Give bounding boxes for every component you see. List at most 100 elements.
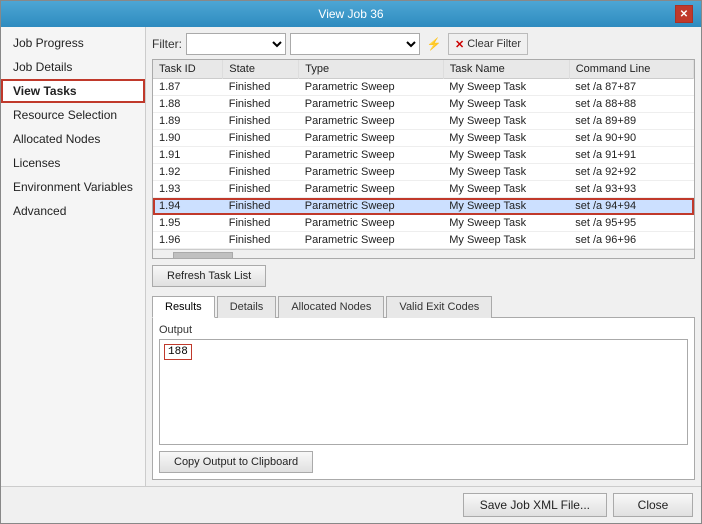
sidebar-item-allocated-nodes[interactable]: Allocated Nodes — [1, 127, 145, 151]
table-cell-cmd: set /a 95+95 — [569, 215, 693, 232]
output-area: 188 — [159, 339, 688, 445]
output-label: Output — [159, 324, 688, 336]
main-panel: Filter: ⚡ ✕ Clear Filter — [146, 27, 701, 486]
output-value: 188 — [164, 344, 192, 360]
main-window: View Job 36 ✕ Job Progress Job Details V… — [0, 0, 702, 524]
col-header-type: Type — [299, 60, 443, 79]
tabs-section: Results Details Allocated Nodes Valid Ex… — [152, 295, 695, 480]
table-cell-name: My Sweep Task — [443, 147, 569, 164]
table-cell-id: 1.87 — [153, 79, 223, 96]
close-button[interactable]: Close — [613, 493, 693, 517]
table-header-row: Task ID State Type Task Name Command Lin… — [153, 60, 694, 79]
table-cell-name: My Sweep Task — [443, 96, 569, 113]
table-row[interactable]: 1.91FinishedParametric SweepMy Sweep Tas… — [153, 147, 694, 164]
table-cell-id: 1.96 — [153, 232, 223, 249]
table-row[interactable]: 1.87FinishedParametric SweepMy Sweep Tas… — [153, 79, 694, 96]
table-cell-name: My Sweep Task — [443, 198, 569, 215]
sidebar-item-licenses[interactable]: Licenses — [1, 151, 145, 175]
table-cell-type: Parametric Sweep — [299, 232, 443, 249]
tab-results[interactable]: Results — [152, 296, 215, 318]
table-cell-state: Finished — [223, 232, 299, 249]
save-job-xml-button[interactable]: Save Job XML File... — [463, 493, 607, 517]
table-cell-name: My Sweep Task — [443, 215, 569, 232]
col-header-task-id: Task ID — [153, 60, 223, 79]
filter-value-dropdown[interactable] — [290, 33, 420, 55]
table-cell-cmd: set /a 94+94 — [569, 198, 693, 215]
table-cell-state: Finished — [223, 198, 299, 215]
table-cell-state: Finished — [223, 113, 299, 130]
table-cell-cmd: set /a 93+93 — [569, 181, 693, 198]
table-cell-cmd: set /a 87+87 — [569, 79, 693, 96]
col-header-command-line: Command Line — [569, 60, 693, 79]
content-area: Job Progress Job Details View Tasks Reso… — [1, 27, 701, 486]
table-cell-cmd: set /a 91+91 — [569, 147, 693, 164]
filter-icon: ⚡ — [424, 34, 444, 54]
table-cell-state: Finished — [223, 181, 299, 198]
tab-bar: Results Details Allocated Nodes Valid Ex… — [152, 295, 695, 318]
table-row[interactable]: 1.88FinishedParametric SweepMy Sweep Tas… — [153, 96, 694, 113]
table-cell-type: Parametric Sweep — [299, 215, 443, 232]
table-cell-state: Finished — [223, 96, 299, 113]
table-cell-type: Parametric Sweep — [299, 79, 443, 96]
table-cell-name: My Sweep Task — [443, 164, 569, 181]
filter-label: Filter: — [152, 37, 182, 51]
table-cell-state: Finished — [223, 164, 299, 181]
sidebar-item-job-progress[interactable]: Job Progress — [1, 31, 145, 55]
tab-valid-exit-codes[interactable]: Valid Exit Codes — [386, 296, 492, 318]
sidebar-item-job-details[interactable]: Job Details — [1, 55, 145, 79]
table-cell-type: Parametric Sweep — [299, 164, 443, 181]
table-cell-id: 1.93 — [153, 181, 223, 198]
task-table-scroll[interactable]: Task ID State Type Task Name Command Lin… — [153, 60, 694, 258]
sidebar-item-resource-selection[interactable]: Resource Selection — [1, 103, 145, 127]
window-title: View Job 36 — [27, 7, 675, 21]
sidebar-item-view-tasks[interactable]: View Tasks — [1, 79, 145, 103]
table-cell-cmd: set /a 89+89 — [569, 113, 693, 130]
table-cell-cmd: set /a 90+90 — [569, 130, 693, 147]
table-row[interactable]: 1.96FinishedParametric SweepMy Sweep Tas… — [153, 232, 694, 249]
table-cell-name: My Sweep Task — [443, 181, 569, 198]
table-cell-type: Parametric Sweep — [299, 181, 443, 198]
task-table-container: Task ID State Type Task Name Command Lin… — [152, 59, 695, 259]
clear-filter-x-icon: ✕ — [455, 38, 464, 51]
table-cell-name: My Sweep Task — [443, 79, 569, 96]
filter-field-dropdown[interactable] — [186, 33, 286, 55]
clear-filter-button[interactable]: ✕ Clear Filter — [448, 33, 528, 55]
table-cell-type: Parametric Sweep — [299, 96, 443, 113]
hscroll-thumb[interactable] — [173, 252, 233, 259]
close-window-button[interactable]: ✕ — [675, 5, 693, 23]
table-row[interactable]: 1.94FinishedParametric SweepMy Sweep Tas… — [153, 198, 694, 215]
table-cell-type: Parametric Sweep — [299, 147, 443, 164]
table-cell-name: My Sweep Task — [443, 113, 569, 130]
horizontal-scrollbar[interactable] — [153, 249, 694, 258]
table-cell-id: 1.89 — [153, 113, 223, 130]
table-cell-state: Finished — [223, 79, 299, 96]
sidebar-item-advanced[interactable]: Advanced — [1, 199, 145, 223]
filter-bar: Filter: ⚡ ✕ Clear Filter — [152, 33, 695, 55]
copy-output-button[interactable]: Copy Output to Clipboard — [159, 451, 313, 473]
col-header-state: State — [223, 60, 299, 79]
table-row[interactable]: 1.93FinishedParametric SweepMy Sweep Tas… — [153, 181, 694, 198]
table-row[interactable]: 1.89FinishedParametric SweepMy Sweep Tas… — [153, 113, 694, 130]
tab-details[interactable]: Details — [217, 296, 277, 318]
refresh-task-list-button[interactable]: Refresh Task List — [152, 265, 266, 287]
table-cell-type: Parametric Sweep — [299, 130, 443, 147]
table-cell-id: 1.90 — [153, 130, 223, 147]
table-cell-id: 1.95 — [153, 215, 223, 232]
table-cell-id: 1.88 — [153, 96, 223, 113]
sidebar-item-environment-variables[interactable]: Environment Variables — [1, 175, 145, 199]
table-cell-id: 1.91 — [153, 147, 223, 164]
table-cell-id: 1.92 — [153, 164, 223, 181]
table-cell-state: Finished — [223, 130, 299, 147]
clear-filter-label: Clear Filter — [467, 38, 521, 50]
table-row[interactable]: 1.90FinishedParametric SweepMy Sweep Tas… — [153, 130, 694, 147]
table-row[interactable]: 1.92FinishedParametric SweepMy Sweep Tas… — [153, 164, 694, 181]
table-cell-name: My Sweep Task — [443, 130, 569, 147]
tab-allocated-nodes[interactable]: Allocated Nodes — [278, 296, 384, 318]
bottom-bar: Save Job XML File... Close — [1, 486, 701, 523]
col-header-task-name: Task Name — [443, 60, 569, 79]
title-bar: View Job 36 ✕ — [1, 1, 701, 27]
table-cell-cmd: set /a 96+96 — [569, 232, 693, 249]
table-row[interactable]: 1.95FinishedParametric SweepMy Sweep Tas… — [153, 215, 694, 232]
table-cell-id: 1.94 — [153, 198, 223, 215]
table-cell-type: Parametric Sweep — [299, 198, 443, 215]
